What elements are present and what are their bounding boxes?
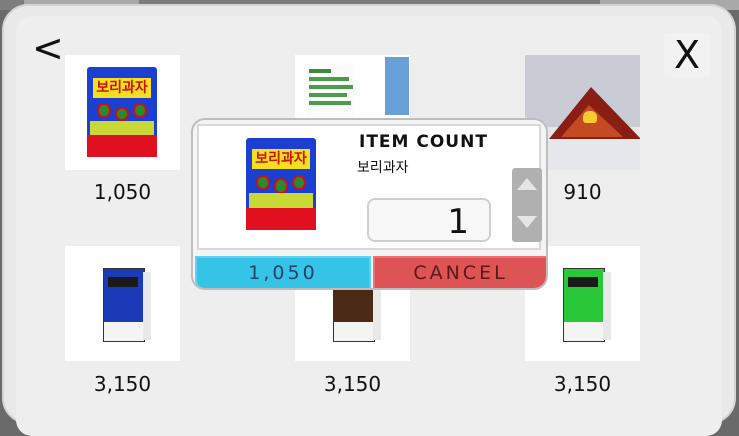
item-price: 1,050 [93, 180, 152, 204]
buy-button[interactable]: 1,050 [195, 256, 371, 288]
item-price: 3,150 [553, 372, 612, 396]
quantity-input[interactable]: 1 [367, 198, 491, 242]
dialog-title: ITEM COUNT [359, 132, 488, 152]
quantity-value: 1 [447, 202, 469, 242]
item-price: 3,150 [323, 372, 382, 396]
item-price: 3,150 [93, 372, 152, 396]
box-image [103, 268, 145, 342]
close-button[interactable]: X [664, 33, 710, 77]
item-thumbnail-box-blue[interactable] [65, 246, 180, 361]
dialog-body: 보리과자 ITEM COUNT 보리과자 1 [197, 124, 541, 250]
box-image [563, 268, 605, 342]
dialog-item-name: 보리과자 [357, 160, 409, 176]
document-image [307, 63, 355, 119]
back-button[interactable]: < [32, 28, 64, 68]
increment-arrow-icon[interactable] [517, 178, 537, 190]
item-count-dialog: 보리과자 ITEM COUNT 보리과자 1 1,050 CANCEL [191, 118, 548, 290]
item-thumbnail-snack[interactable]: 보리과자 [65, 55, 180, 170]
snack-bag-image: 보리과자 [246, 138, 316, 230]
duck-icon [583, 111, 597, 123]
cancel-button[interactable]: CANCEL [373, 256, 546, 288]
decrement-arrow-icon[interactable] [517, 216, 537, 228]
quantity-stepper[interactable] [512, 168, 542, 242]
snack-bag-image: 보리과자 [87, 67, 157, 157]
